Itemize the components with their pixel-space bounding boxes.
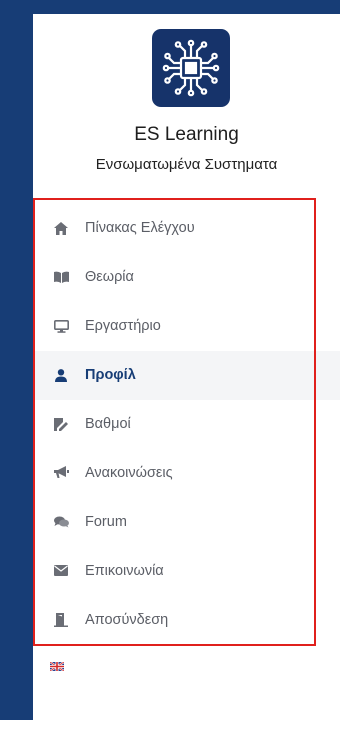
sidebar-item-logout[interactable]: Αποσύνδεση [33, 595, 340, 644]
sidebar-item-label: Ανακοινώσεις [85, 464, 173, 481]
grade-edit-icon [53, 416, 69, 432]
app-title: ES Learning [134, 124, 239, 145]
comments-icon [53, 514, 69, 530]
sidebar-item-label: Θεωρία [85, 269, 134, 286]
sidebar-item-grades[interactable]: Βαθμοί [33, 400, 340, 449]
sidebar-item-dashboard[interactable]: Πίνακας Ελέγχου [33, 204, 340, 253]
sidebar-item-lab[interactable]: Εργαστήριο [33, 302, 340, 351]
sidebar-item-announcements[interactable]: Ανακοινώσεις [33, 448, 340, 497]
desktop-icon [53, 318, 69, 334]
sidebar-item-profile[interactable]: Προφίλ [33, 350, 340, 400]
sidebar-item-label: Επικοινωνία [85, 562, 164, 579]
sidebar-edge-band [0, 0, 33, 720]
sidebar-item-label: Εργαστήριο [85, 318, 161, 335]
user-icon [53, 367, 69, 383]
sidebar-item-contact[interactable]: Επικοινωνία [33, 546, 340, 595]
sidebar-item-forum[interactable]: Forum [33, 497, 340, 546]
home-icon [53, 220, 69, 236]
bullhorn-icon [53, 465, 69, 481]
sidebar-item-label: Προφίλ [85, 367, 136, 384]
sidebar-item-label: Forum [85, 513, 127, 530]
top-edge-band [0, 0, 340, 14]
uk-flag-icon[interactable] [50, 662, 64, 671]
app-logo[interactable] [152, 29, 230, 107]
envelope-icon [53, 563, 69, 579]
sidebar-item-label: Πίνακας Ελέγχου [85, 220, 195, 237]
door-exit-icon [53, 612, 69, 628]
sidebar-item-theory[interactable]: Θεωρία [33, 253, 340, 302]
app-subtitle: Ενσωματωμένα Συστηματα [95, 156, 278, 173]
sidebar-menu: Πίνακας Ελέγχου Θεωρία Εργαστήριο Προφίλ… [33, 204, 340, 644]
book-icon [53, 269, 69, 285]
sidebar-item-label: Βαθμοί [85, 416, 131, 432]
sidebar-item-label: Αποσύνδεση [85, 611, 169, 628]
circuit-chip-icon [162, 39, 220, 97]
